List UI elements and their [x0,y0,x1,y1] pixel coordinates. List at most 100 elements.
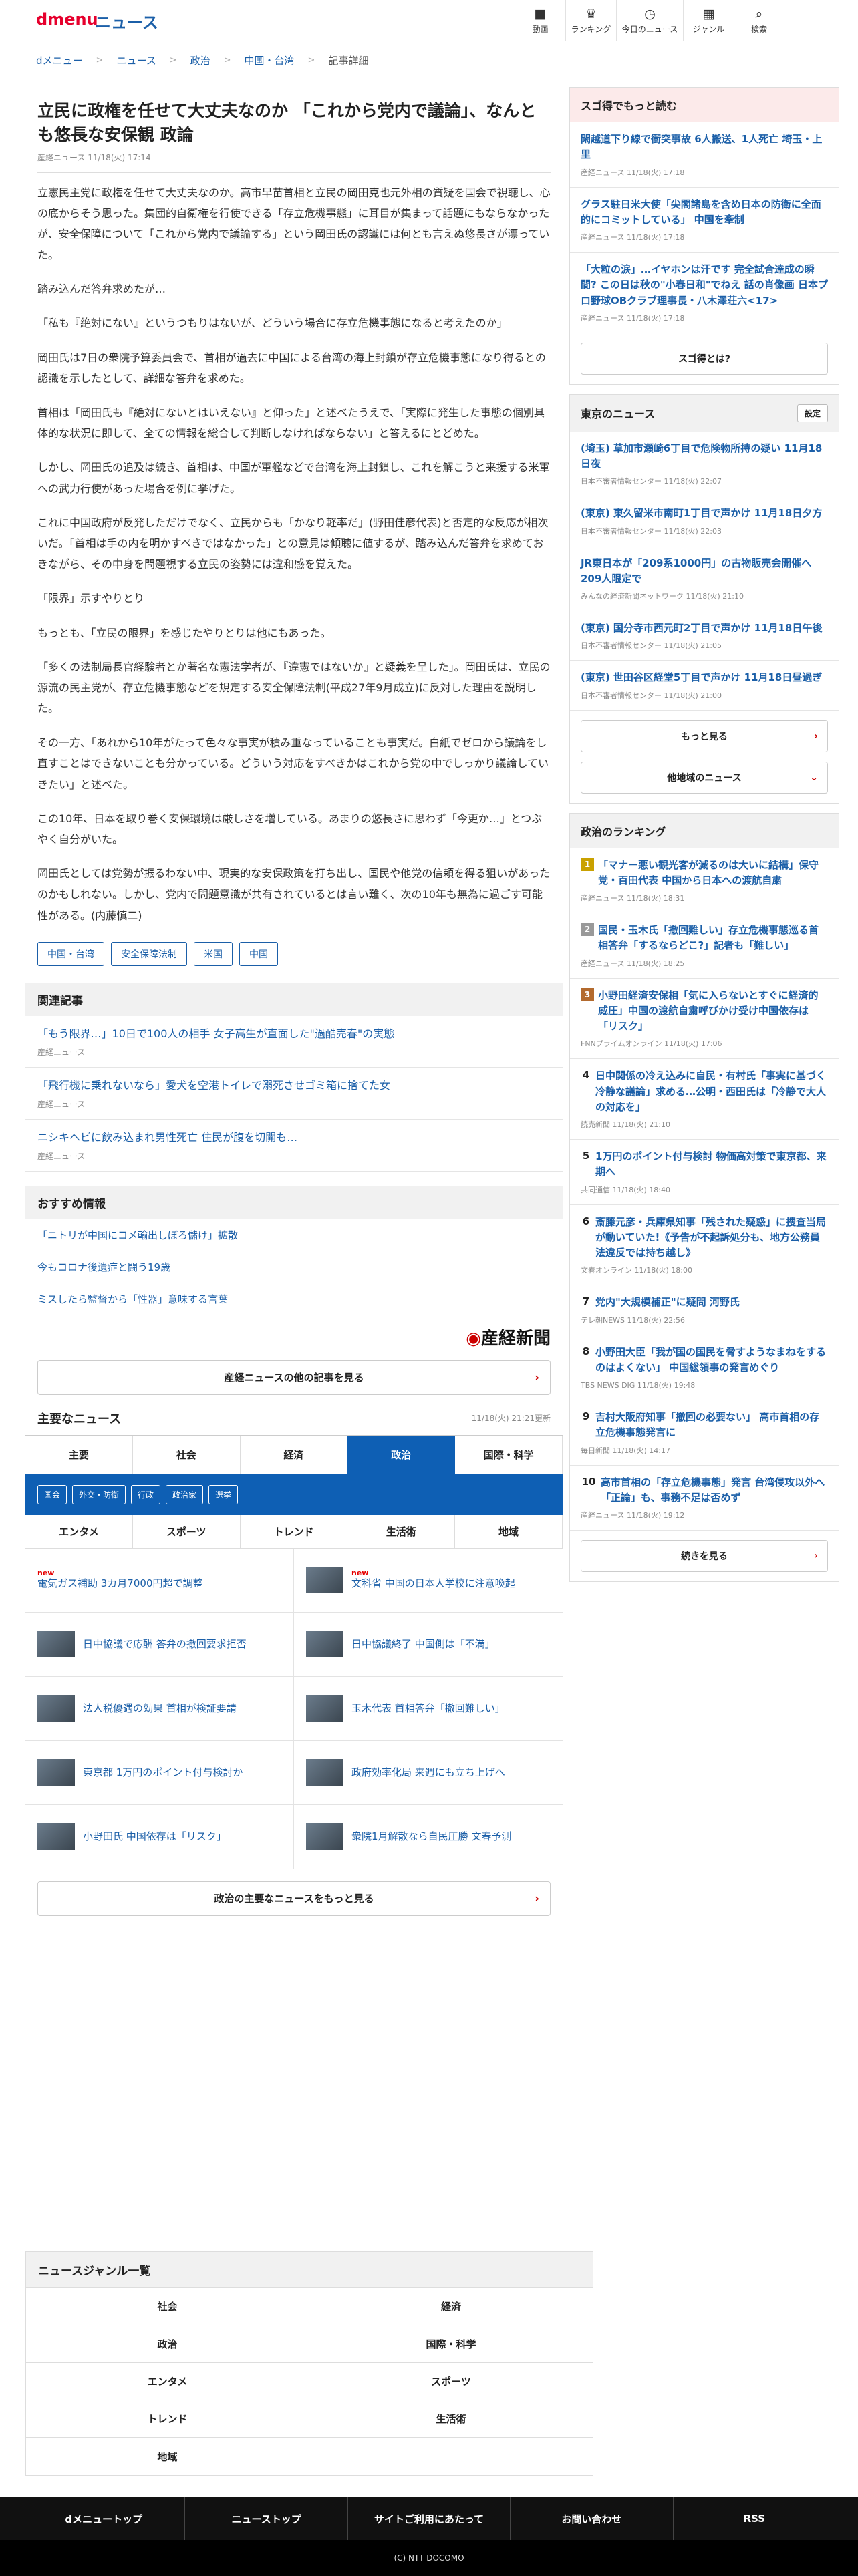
news-title[interactable]: 文科省 中国の日本人学校に注意喚起 [351,1577,515,1589]
news-item[interactable]: 日中協議で応酬 答弁の撤回要求拒否 [25,1612,294,1677]
ranking-item[interactable]: 8 小野田大臣「我が国の国民を脅すようなまねをするのはよくない」 中国総領事の発言… [570,1335,839,1400]
news-title[interactable]: 法人税優遇の効果 首相が検証要請 [83,1702,237,1714]
recommended-item[interactable]: 今もコロナ後遺症と闘う19歳 [25,1251,563,1283]
dmenu-logo[interactable]: dmenu [36,10,98,29]
other-region-button[interactable]: 他地域のニュース ⌄ [581,761,828,794]
tab-sports[interactable]: スポーツ [132,1514,241,1549]
news-title[interactable]: 東京都 1万円のポイント付与検討か [83,1766,243,1778]
news-item[interactable]: new 電気ガス補助 3カ月7000円超で調整 [25,1548,294,1613]
tag-link[interactable]: 中国・台湾 [37,941,104,966]
tag-link[interactable]: 中国 [239,941,278,966]
news-item[interactable]: 法人税優遇の効果 首相が検証要請 [25,1676,294,1741]
ranking-more-button[interactable]: 続きを見る › [581,1540,828,1572]
news-item[interactable]: new 文科省 中国の日本人学校に注意喚起 [294,1549,563,1613]
tab-entertainment[interactable]: エンタメ [25,1514,133,1549]
ranking-item[interactable]: 6 斎藤元彦・兵庫県知事「残された疑惑」に捜査当局が動いていた!《予告が不起訴処分… [570,1205,839,1286]
ranking-item[interactable]: 2 国民・玉木氏「撤回難しい」存立危機事態巡る首相答弁「するならどこ?」記者も「難… [570,913,839,979]
subtab-diet[interactable]: 国会 [37,1484,67,1504]
news-thumbnail[interactable] [306,1631,343,1658]
news-item[interactable]: 日中協議終了 中国側は「不満」 [294,1613,563,1677]
nav-search[interactable]: ⌕ 検索 [734,0,784,41]
tokyo-item[interactable]: (東京) 世田谷区経堂5丁目で声かけ 11月18日昼過ぎ 日本不審者情報センター … [570,661,839,711]
footer-terms[interactable]: サイトご利用にあたって [348,2497,511,2540]
ranking-item[interactable]: 7 党内"大規模補正"に疑問 河野氏 テレ朝NEWS 11/18(火) 22:56 [570,1285,839,1335]
ranking-title[interactable]: 斎藤元彦・兵庫県知事「残された疑惑」に捜査当局が動いていた!《予告が不起訴処分も… [595,1215,828,1261]
related-item[interactable]: 「もう限界…」10日で100人の相手 女子高生が直面した"過酷売春"の実態 産経ニ… [25,1016,563,1068]
genre-entertainment[interactable]: エンタメ [26,2363,309,2400]
tokyo-item[interactable]: JR東日本が「209系1000円」の古物販売会開催へ 209人限定で みんなの経済… [570,546,839,611]
ranking-item[interactable]: 3 小野田経済安保相「気に入らないとすぐに経済的威圧」中国の渡航自粛呼びかけ受け中… [570,979,839,1060]
genre-trend[interactable]: トレンド [26,2400,309,2438]
genre-region[interactable]: 地域 [26,2438,309,2475]
tab-international[interactable]: 国際・科学 [455,1435,563,1474]
news-title[interactable]: 小野田氏 中国依存は「リスク」 [83,1830,227,1842]
related-title[interactable]: 「もう限界…」10日で100人の相手 女子高生が直面した"過酷売春"の実態 [37,1025,551,1043]
subtab-election[interactable]: 選挙 [208,1484,239,1504]
news-thumbnail[interactable] [37,1631,75,1658]
related-title[interactable]: 「飛行機に乗れないなら」愛犬を空港トイレで溺死させゴミ箱に捨てた女 [37,1077,551,1094]
footer-dmenu-top[interactable]: dメニュートップ [23,2497,186,2540]
news-title[interactable]: 政府効率化局 来週にも立ち上げへ [351,1766,505,1778]
sugotoku-about-button[interactable]: スゴ得とは? [581,342,828,375]
genre-international[interactable]: 国際・科学 [309,2325,593,2363]
ranking-title[interactable]: 高市首相の「存立危機事態」発言 台湾侵攻以外へ「正論」も、事務不足は否めず [601,1475,828,1506]
nav-ranking[interactable]: ♛ ランキング [565,0,616,41]
news-section-title[interactable]: ニュース [95,9,158,33]
news-item[interactable]: 政府効率化局 来週にも立ち上げへ [294,1741,563,1805]
subtab-diplomacy[interactable]: 外交・防衛 [72,1484,126,1504]
related-item[interactable]: ニシキヘビに飲み込まれ男性死亡 住民が腹を切開も… 産経ニュース [25,1120,563,1172]
footer-contact[interactable]: お問い合わせ [511,2497,674,2540]
sugotoku-title[interactable]: 閑越道下り線で衝突事故 6人搬送、1人死亡 埼玉・上里 [581,132,828,163]
tokyo-title[interactable]: (東京) 国分寺市西元町2丁目で声かけ 11月18日午後 [581,621,828,636]
breadcrumb-news[interactable]: ニュース [116,53,156,67]
tab-lifestyle[interactable]: 生活術 [347,1514,456,1549]
footer-news-top[interactable]: ニューストップ [185,2497,348,2540]
more-sankei-button[interactable]: 産経ニュースの他の記事を見る › [37,1359,551,1395]
tab-region[interactable]: 地域 [455,1514,563,1549]
news-title[interactable]: 日中協議終了 中国側は「不満」 [351,1638,495,1650]
tokyo-title[interactable]: (埼玉) 草加市瀬崎6丁目で危険物所持の疑い 11月18日夜 [581,441,828,472]
tokyo-title[interactable]: (東京) 世田谷区経堂5丁目で声かけ 11月18日昼過ぎ [581,670,828,685]
sugotoku-title[interactable]: グラス駐日米大使「尖閣諸島を含め日本の防衛に全面的にコミットしている」 中国を牽… [581,197,828,228]
genre-society[interactable]: 社会 [26,2288,309,2325]
tokyo-title[interactable]: JR東日本が「209系1000円」の古物販売会開催へ 209人限定で [581,556,828,587]
subtab-administration[interactable]: 行政 [131,1484,161,1504]
genre-economy[interactable]: 経済 [309,2288,593,2325]
genre-sports[interactable]: スポーツ [309,2363,593,2400]
ranking-title[interactable]: 国民・玉木氏「撤回難しい」存立危機事態巡る首相答弁「するならどこ?」記者も「難し… [598,923,828,954]
news-thumbnail[interactable] [306,1567,343,1594]
news-item[interactable]: 衆院1月解散なら自民圧勝 文春予測 [294,1805,563,1869]
tab-economy[interactable]: 経済 [240,1435,348,1474]
nav-today[interactable]: ◷ 今日のニュース [616,0,683,41]
ranking-item[interactable]: 1 「マナー悪い観光客が減るのは大いに結構」保守党・百田代表 中国から日本への渡航… [570,848,839,913]
tab-politics[interactable]: 政治 [347,1435,456,1474]
ranking-title[interactable]: 党内"大規模補正"に疑問 河野氏 [595,1295,740,1310]
sugotoku-item[interactable]: グラス駐日米大使「尖閣諸島を含め日本の防衛に全面的にコミットしている」 中国を牽… [570,188,839,253]
tokyo-item[interactable]: (東京) 東久留米市南町1丁目で声かけ 11月18日夕方 日本不審者情報センター … [570,496,839,546]
news-title[interactable]: 衆院1月解散なら自民圧勝 文春予測 [351,1830,511,1842]
sugotoku-item[interactable]: 閑越道下り線で衝突事故 6人搬送、1人死亡 埼玉・上里 産経ニュース 11/18(… [570,122,839,188]
region-setting-button[interactable]: 設定 [797,404,828,422]
recommended-item[interactable]: 「ニトリが中国にコメ輸出しぼろ儲け」拡散 [25,1219,563,1251]
news-thumbnail[interactable] [306,1759,343,1786]
genre-politics[interactable]: 政治 [26,2325,309,2363]
news-title[interactable]: 電気ガス補助 3カ月7000円超で調整 [37,1577,203,1589]
sugotoku-item[interactable]: 「大粒の涙」…イヤホンは汗です 完全試合達成の瞬間? この日は秋の"小春日和"で… [570,253,839,333]
tab-main[interactable]: 主要 [25,1435,133,1474]
more-politics-button[interactable]: 政治の主要なニュースをもっと見る › [37,1881,551,1916]
ranking-item[interactable]: 9 吉村大阪府知事「撤回の必要ない」 高市首相の存立危機事態発言に 毎日新聞 11/… [570,1400,839,1466]
related-title[interactable]: ニシキヘビに飲み込まれ男性死亡 住民が腹を切開も… [37,1129,551,1146]
news-item[interactable]: 小野田氏 中国依存は「リスク」 [25,1804,294,1869]
tag-link[interactable]: 安全保障法制 [111,941,187,966]
news-thumbnail[interactable] [306,1823,343,1850]
tokyo-title[interactable]: (東京) 東久留米市南町1丁目で声かけ 11月18日夕方 [581,506,828,521]
news-thumbnail[interactable] [37,1695,75,1722]
subtab-politicians[interactable]: 政治家 [166,1484,204,1504]
footer-rss[interactable]: RSS [674,2497,835,2540]
breadcrumb-dmenu[interactable]: dメニュー [36,53,83,67]
ranking-title[interactable]: 日中関係の冷え込みに自民・有村氏「事実に基づく冷静な議論」求める…公明・西田氏は… [595,1068,828,1115]
nav-genre[interactable]: ▦ ジャンル [683,0,734,41]
ranking-title[interactable]: 「マナー悪い観光客が減るのは大いに結構」保守党・百田代表 中国から日本への渡航自… [598,858,828,889]
ranking-item[interactable]: 5 1万円のポイント付与検討 物価高対策で東京都、来期へ 共同通信 11/18(火)… [570,1140,839,1205]
news-title[interactable]: 日中協議で応酬 答弁の撤回要求拒否 [83,1638,247,1650]
